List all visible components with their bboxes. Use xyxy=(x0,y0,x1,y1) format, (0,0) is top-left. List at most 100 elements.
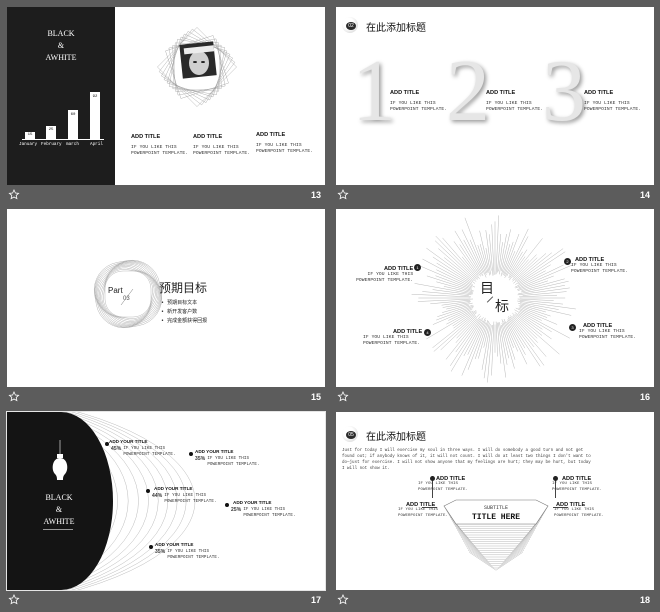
burst-line xyxy=(518,264,573,289)
bar-chart: 15 25 60 92 January February march April xyxy=(17,89,107,151)
item-18-c: ADD TITLE IF YOU LIKE THIS POWERPOINT TE… xyxy=(398,502,449,518)
slide-heading: 在此添加标题 xyxy=(366,23,426,34)
dot-marker xyxy=(189,452,193,456)
burst-line xyxy=(432,307,474,325)
animation-star-icon[interactable] xyxy=(337,391,349,403)
slide-thumbnail-18[interactable]: 05 在此添加标题 Just for today I will exercise… xyxy=(336,412,654,590)
item-17-c: ADD YOUR TITLE 44% IF YOU LIKE THIS POWE… xyxy=(146,486,217,505)
burst-line xyxy=(491,321,495,376)
burst-line xyxy=(519,304,546,313)
burst-line xyxy=(520,302,559,310)
slide-thumbnail-15[interactable]: Part 03 预期目标 • 预期目标文本 • 新开发客户数 • 完成金额获得回… xyxy=(7,209,325,387)
burst-line xyxy=(516,248,564,283)
burst-line xyxy=(491,224,495,275)
burst-line xyxy=(500,229,511,272)
slide-number: 16 xyxy=(639,392,650,402)
item-18-d: ADD TITLE IF YOU LIKE THIS POWERPOINT TE… xyxy=(554,502,605,518)
funnel-title: TITLE HERE xyxy=(471,513,520,522)
slide-number: 13 xyxy=(310,190,321,200)
burst-line xyxy=(515,314,543,336)
badge-number: 05 xyxy=(346,431,356,439)
bar-label: march xyxy=(66,142,79,147)
burst-line xyxy=(497,233,501,273)
burst-line xyxy=(436,281,473,292)
funnel-subtitle: SUBTITLE xyxy=(483,505,508,511)
burst-line xyxy=(411,294,472,298)
burst-line xyxy=(512,254,537,280)
burst-line xyxy=(485,230,492,271)
burst-line xyxy=(442,304,470,313)
animation-star-icon[interactable] xyxy=(337,189,349,201)
animation-star-icon[interactable] xyxy=(8,594,20,606)
item-16-d: ADD TITLE IF YOU LIKE THIS POWERPOINT TE… xyxy=(579,323,637,340)
item-16-c: ADD TITLE IF YOU LIKE THIS POWERPOINT TE… xyxy=(571,257,629,274)
burst-line xyxy=(512,316,538,343)
burst-line xyxy=(508,316,545,366)
animation-star-icon[interactable] xyxy=(8,391,20,403)
slide-thumbnail-17[interactable]: BLACK & AWHITE ADD YOUR TITLE 45% IF YOU… xyxy=(6,411,326,591)
item-marker-4: 4 xyxy=(424,329,431,336)
bullet-item: • 预期目标文本 xyxy=(161,300,198,306)
body-paragraph: Just for today I will exercise my soul i… xyxy=(342,449,591,471)
burst-line xyxy=(495,321,498,357)
item-18-a: ADD TITLE IF YOU LIKE THIS POWERPOINT TE… xyxy=(418,476,469,492)
slide-number: 14 xyxy=(639,190,650,200)
dot-marker xyxy=(225,503,229,507)
burst-line xyxy=(440,315,477,351)
dot-marker xyxy=(105,442,109,446)
burst-line xyxy=(512,257,538,282)
item-17-e: ADD YOUR TITLE 35% IF YOU LIKE THIS POWE… xyxy=(149,542,220,561)
burst-line xyxy=(459,244,481,277)
photo-frame xyxy=(157,27,237,107)
burst-line xyxy=(478,321,489,359)
burst-line xyxy=(521,281,569,293)
burst-line xyxy=(500,244,511,277)
item-marker-3: 3 xyxy=(569,324,576,331)
animation-star-icon[interactable] xyxy=(337,594,349,606)
burst-line xyxy=(515,251,566,285)
burst-line xyxy=(434,240,476,280)
burst-line xyxy=(498,322,506,378)
col-13-a: ADD TITLE IF YOU LIKE THIS POWERPOINT TE… xyxy=(131,134,189,156)
burst-line xyxy=(509,238,543,281)
burst-line xyxy=(432,312,477,348)
burst-line xyxy=(512,259,529,278)
slide-cell-15[interactable]: Part 03 预期目标 • 预期目标文本 • 新开发客户数 • 完成金额获得回… xyxy=(7,209,325,409)
col-14-a: ADD TITLE IF YOU LIKE THIS POWERPOINT TE… xyxy=(390,90,448,112)
col-14-c: ADD TITLE IF YOU LIKE THIS POWERPOINT TE… xyxy=(584,90,642,112)
burst-line xyxy=(521,278,565,291)
badge-number: 02 xyxy=(346,22,356,30)
bullet-list: • 预期目标文本 • 新开发客户数 • 完成金额获得回报 xyxy=(161,299,207,326)
slide-cell-16[interactable]: 目 标 ADD TITLE IF YOU LIKE THIS POWERPOIN… xyxy=(336,209,654,409)
burst-line xyxy=(450,317,484,372)
animation-star-icon[interactable] xyxy=(8,189,20,201)
bar-value: 92 xyxy=(92,95,98,99)
slide-cell-14[interactable]: 02 在此添加标题 1 2 3 ADD TITLE IF YOU LIKE TH… xyxy=(336,7,654,207)
burst-line xyxy=(518,307,558,325)
big-digit-2: 2 xyxy=(446,43,490,140)
slide-heading: 预期目标 xyxy=(159,281,208,295)
bar-label: April xyxy=(90,142,103,147)
chart-axis xyxy=(22,139,104,140)
slide-thumbnail-16[interactable]: 目 标 ADD TITLE IF YOU LIKE THIS POWERPOIN… xyxy=(336,209,654,387)
panel-title: BLACK & AWHITE xyxy=(45,29,77,62)
burst-line xyxy=(426,275,474,292)
slide-thumbnail-13[interactable]: BLACK & AWHITE 15 25 60 92 January Febru… xyxy=(7,7,325,185)
item-18-b: ADD TITLE IF YOU LIKE THIS POWERPOINT TE… xyxy=(552,476,603,492)
dot-marker xyxy=(149,545,153,549)
burst-line xyxy=(512,312,560,355)
item-marker-1: 1 xyxy=(414,264,421,271)
burst-line xyxy=(518,303,572,316)
slide-cell-18[interactable]: 05 在此添加标题 Just for today I will exercise… xyxy=(336,412,654,612)
slide-cell-13[interactable]: BLACK & AWHITE 15 25 60 92 January Febru… xyxy=(7,7,325,207)
slide-cell-17[interactable]: BLACK & AWHITE ADD YOUR TITLE 45% IF YOU… xyxy=(6,411,326,612)
burst-line xyxy=(417,298,474,302)
burst-line xyxy=(455,318,478,343)
burst-line xyxy=(479,230,490,276)
slide-thumbnail-14[interactable]: 02 在此添加标题 1 2 3 ADD TITLE IF YOU LIKE TH… xyxy=(336,7,654,185)
bar-value: 25 xyxy=(48,128,54,132)
burst-line xyxy=(509,256,526,279)
item-marker-2: 2 xyxy=(564,258,571,265)
burst-line xyxy=(436,269,473,288)
burst-line xyxy=(522,291,567,296)
